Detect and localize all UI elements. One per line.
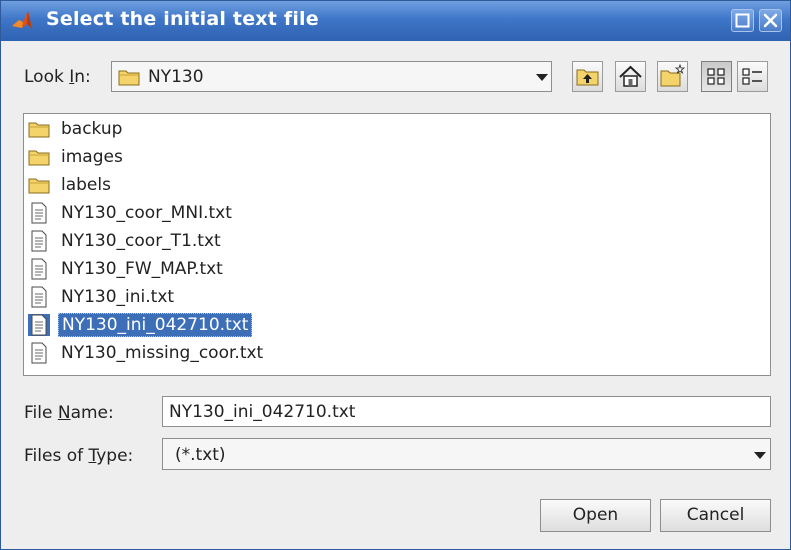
up-one-level-button[interactable] <box>572 61 603 92</box>
matlab-icon <box>12 11 32 29</box>
file-chooser-dialog: Select the initial text file Look In: NY… <box>0 0 791 550</box>
list-item-backup[interactable]: backup <box>28 116 125 142</box>
text-file-icon <box>31 202 47 224</box>
file-type-combo[interactable]: (*.txt) <box>162 438 771 470</box>
folder-icon <box>118 70 140 86</box>
file-type-label-pre: Files of <box>24 446 89 466</box>
file-name-label: File Name: <box>24 403 114 423</box>
list-item-label: backup <box>61 119 123 139</box>
list-item-label: NY130_ini_042710.txt <box>58 313 253 337</box>
text-file-icon <box>31 286 47 308</box>
file-name-mnemonic: N <box>57 403 71 423</box>
list-item-file[interactable]: NY130_coor_T1.txt <box>28 228 224 254</box>
list-view-button[interactable] <box>701 61 732 92</box>
file-list[interactable]: backup images labels NY130_coor_MNI.txt <box>23 113 771 376</box>
look-in-combo[interactable]: NY130 <box>111 61 552 92</box>
new-folder-icon <box>660 63 686 87</box>
list-item-file[interactable]: NY130_ini.txt <box>28 284 177 310</box>
chevron-down-icon <box>536 74 548 81</box>
file-name-label-post: ame: <box>70 403 114 423</box>
cancel-button[interactable]: Cancel <box>660 499 771 532</box>
list-item-label: NY130_missing_coor.txt <box>61 343 264 363</box>
list-item-label: NY130_ini.txt <box>61 287 175 307</box>
folder-icon <box>28 122 50 138</box>
close-button[interactable] <box>759 9 782 32</box>
list-view-icon <box>707 68 725 85</box>
maximize-button[interactable] <box>731 9 754 32</box>
details-view-icon <box>742 68 762 85</box>
file-name-input[interactable] <box>163 397 770 426</box>
folder-icon <box>28 178 50 194</box>
text-file-icon <box>31 258 47 280</box>
details-view-button[interactable] <box>737 61 768 92</box>
list-item-label: NY130_coor_MNI.txt <box>61 203 232 223</box>
list-item-images[interactable]: images <box>28 144 126 170</box>
new-folder-button[interactable] <box>657 61 688 92</box>
title-bar[interactable]: Select the initial text file <box>1 1 790 41</box>
list-item-file[interactable]: NY130_coor_MNI.txt <box>28 200 235 226</box>
file-name-field[interactable] <box>162 396 771 427</box>
list-item-label: images <box>61 147 123 167</box>
close-icon <box>763 13 778 28</box>
look-in-label: Look In: <box>24 67 91 87</box>
text-file-icon <box>28 314 50 336</box>
list-item-file[interactable]: NY130_missing_coor.txt <box>28 340 266 366</box>
list-item-file-selected[interactable]: NY130_ini_042710.txt <box>28 312 253 338</box>
maximize-icon <box>735 13 750 28</box>
file-type-label: Files of Type: <box>24 446 133 466</box>
up-one-level-icon <box>576 69 599 86</box>
window-title: Select the initial text file <box>46 8 319 30</box>
list-item-label: labels <box>61 175 111 195</box>
open-button[interactable]: Open <box>540 499 651 532</box>
list-item-label: NY130_FW_MAP.txt <box>61 259 223 279</box>
file-type-label-post: ype: <box>96 446 134 466</box>
chevron-down-icon <box>754 452 766 459</box>
look-in-label-pre: Look <box>24 67 70 87</box>
folder-icon <box>28 150 50 166</box>
file-name-label-pre: File <box>24 403 58 423</box>
file-type-value: (*.txt) <box>175 445 226 465</box>
home-icon <box>619 65 642 87</box>
list-item-label: NY130_coor_T1.txt <box>61 231 221 251</box>
list-item-file[interactable]: NY130_FW_MAP.txt <box>28 256 226 282</box>
text-file-icon <box>31 342 47 364</box>
home-button[interactable] <box>615 61 646 92</box>
list-item-labels[interactable]: labels <box>28 172 114 198</box>
look-in-value: NY130 <box>148 67 204 87</box>
look-in-label-post: n: <box>74 67 91 87</box>
text-file-icon <box>31 230 47 252</box>
